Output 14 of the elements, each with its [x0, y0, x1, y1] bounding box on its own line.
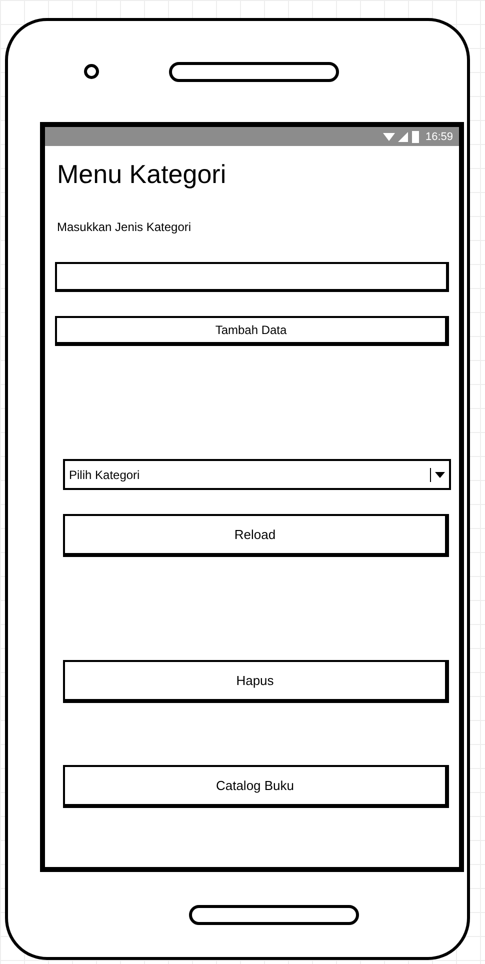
action-button[interactable]: Catalog Buku: [63, 765, 449, 808]
action-button[interactable]: Hapus: [63, 660, 449, 703]
action-button[interactable]: Reload: [63, 514, 449, 557]
add-data-button[interactable]: Tambah Data: [55, 316, 449, 346]
caret-icon: [430, 468, 445, 482]
camera-icon: [84, 64, 99, 79]
screen-title: Menu Kategori: [57, 158, 228, 190]
category-input-field[interactable]: [55, 262, 449, 292]
status-time: 16:59: [425, 130, 453, 142]
home-button[interactable]: [188, 904, 358, 924]
speaker-icon: [169, 62, 339, 82]
category-dropdown[interactable]: Pilih Kategori: [63, 459, 451, 490]
signal-battery-icon: [383, 130, 422, 142]
field-label: Masukkan Jenis Kategori: [57, 220, 192, 234]
